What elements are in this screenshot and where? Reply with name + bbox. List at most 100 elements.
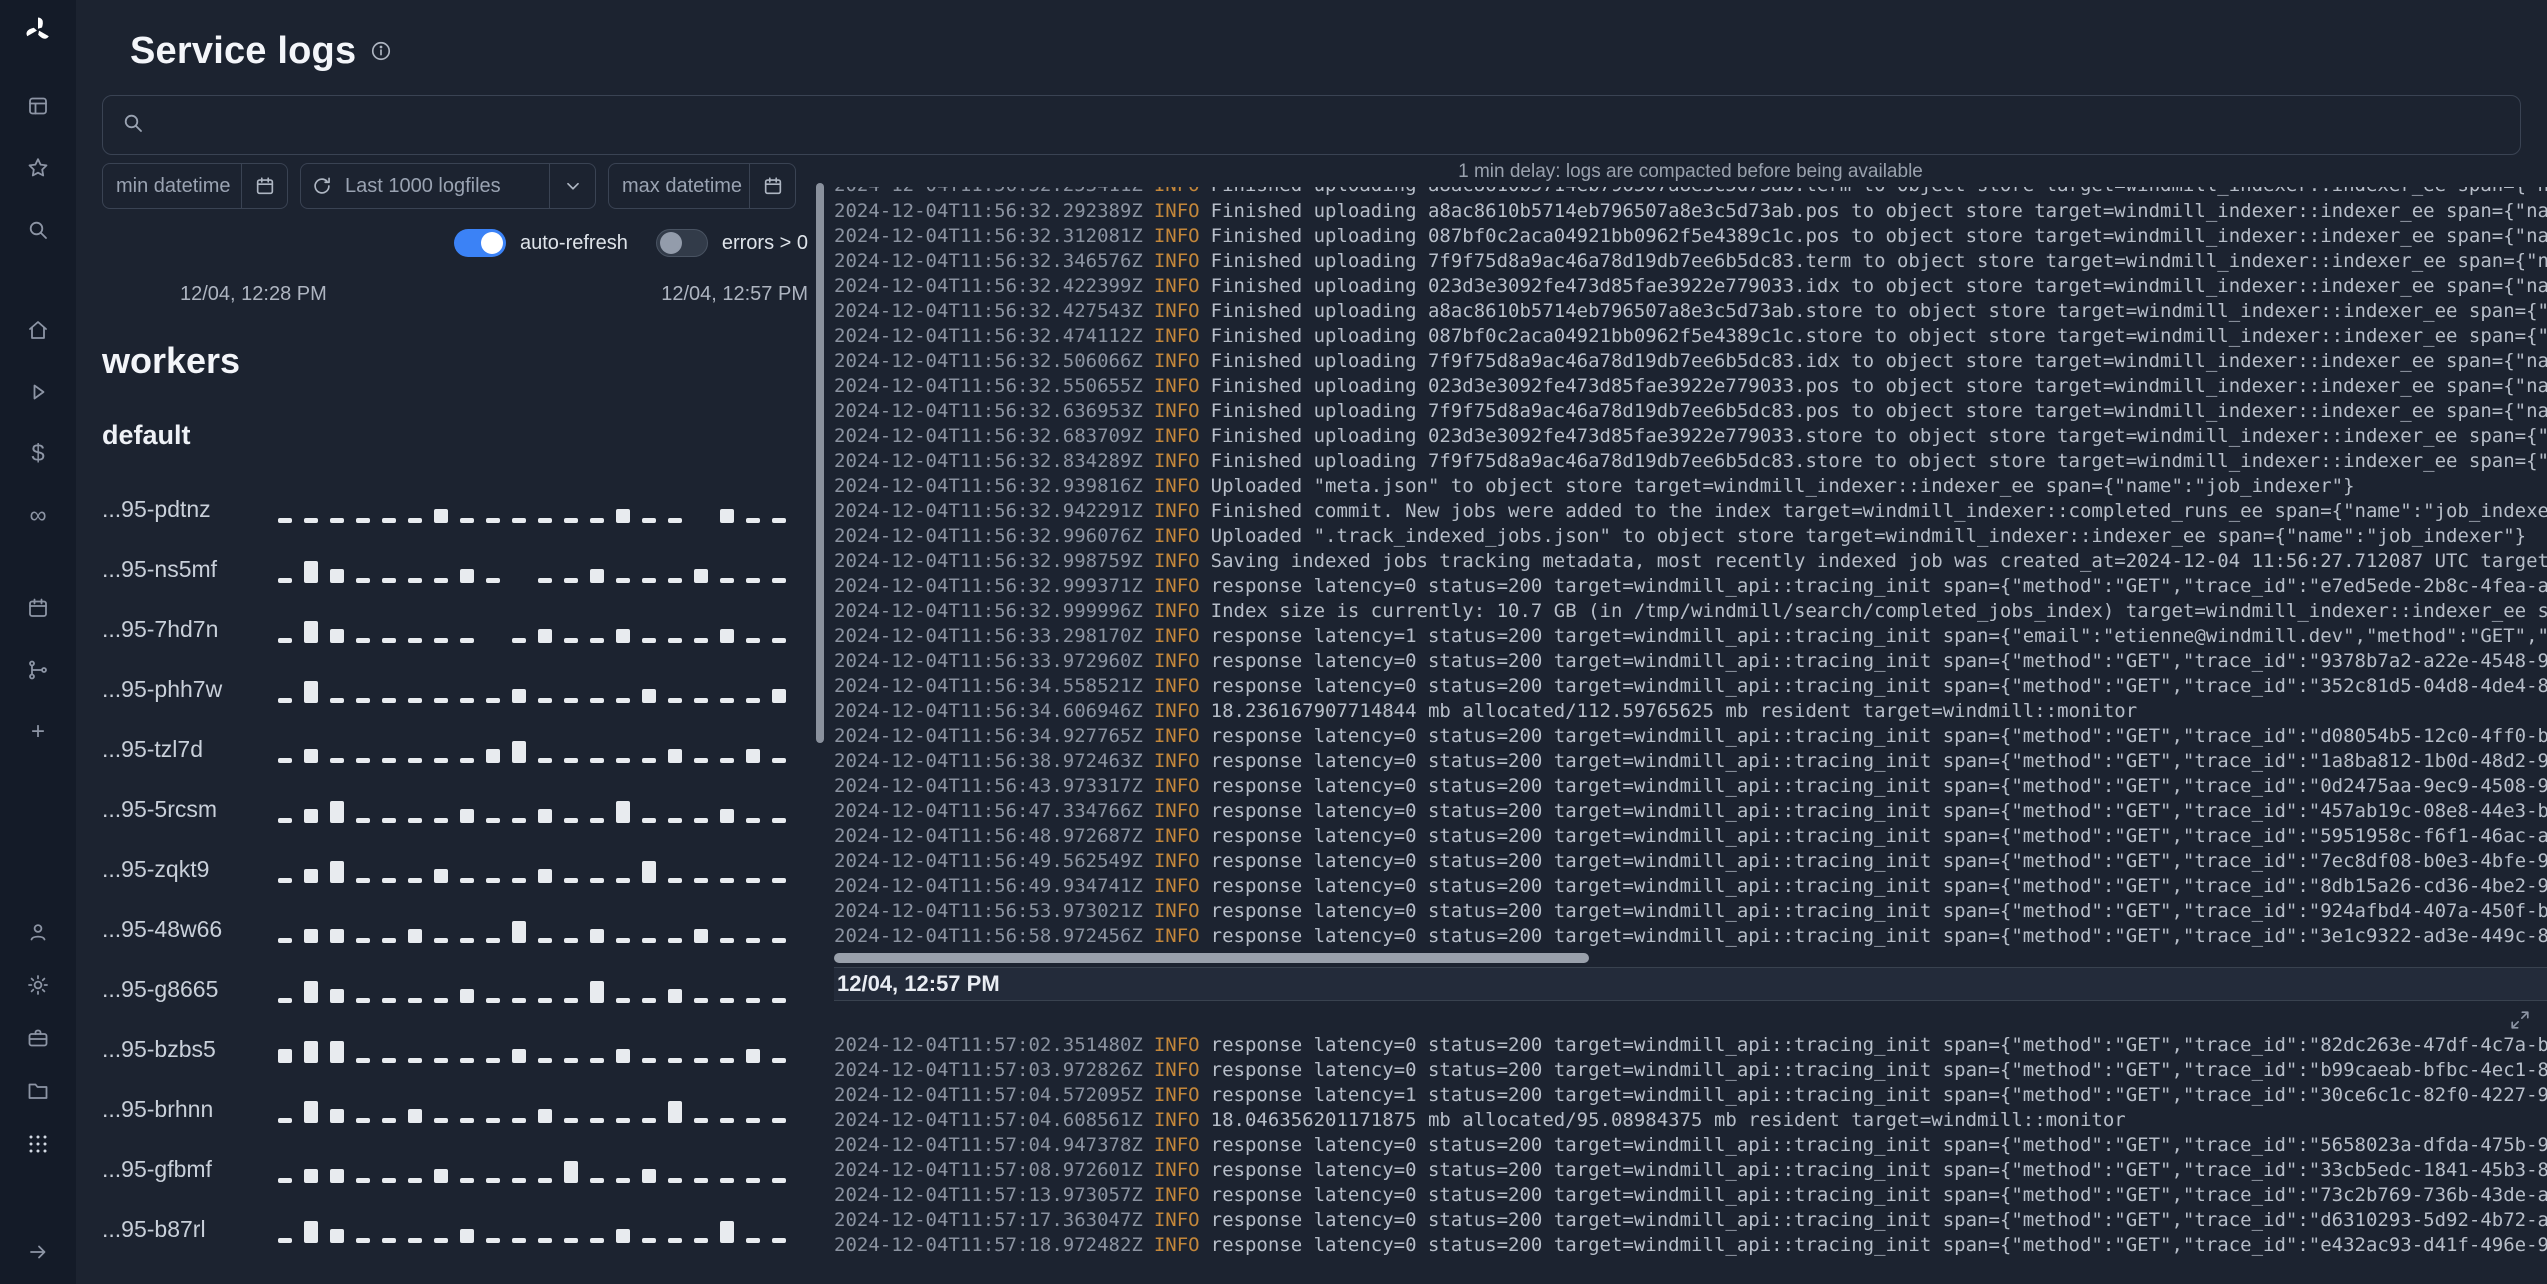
expand-icon[interactable] bbox=[2509, 1009, 2531, 1033]
sparkline-bar bbox=[278, 758, 292, 763]
sparkline-bar bbox=[538, 1238, 552, 1243]
max-datetime-input[interactable]: max datetime bbox=[608, 163, 796, 209]
sparkline-bar bbox=[746, 998, 760, 1003]
workers-briefcase-icon[interactable] bbox=[22, 1022, 54, 1054]
sparkline-bar bbox=[564, 758, 578, 763]
sparkline-bar bbox=[356, 938, 370, 943]
log-message: response latency=0 status=200 target=win… bbox=[1210, 1134, 2547, 1156]
favorites-star-icon[interactable] bbox=[22, 152, 54, 184]
min-datetime-input[interactable]: min datetime bbox=[102, 163, 288, 209]
worker-sparkline bbox=[278, 979, 808, 1005]
log-line: 2024-12-04T11:56:32.939816Z INFO Uploaded … bbox=[834, 474, 2547, 499]
log-line: 2024-12-04T11:56:33.298170Z INFO response … bbox=[834, 624, 2547, 649]
log-timestamp: 2024-12-04T11:57:04.572095Z bbox=[834, 1084, 1143, 1106]
user-icon[interactable] bbox=[22, 916, 54, 948]
sparkline-bar bbox=[616, 509, 630, 523]
home-icon[interactable] bbox=[22, 314, 54, 346]
sparkline-bar bbox=[564, 998, 578, 1003]
sparkline-bar bbox=[746, 938, 760, 943]
worker-row[interactable]: ...95-g8665 bbox=[102, 945, 808, 1005]
auto-refresh-toggle[interactable] bbox=[454, 229, 506, 257]
worker-sparkline bbox=[278, 1219, 808, 1245]
log-line: 2024-12-04T11:56:47.334766Z INFO response … bbox=[834, 799, 2547, 824]
folders-icon[interactable] bbox=[22, 1075, 54, 1107]
vertical-scrollbar[interactable] bbox=[816, 183, 824, 743]
sparkline-bar bbox=[382, 518, 396, 523]
sparkline-bar bbox=[538, 758, 552, 763]
refresh-icon[interactable] bbox=[301, 175, 343, 197]
service-logs-grid-icon[interactable] bbox=[22, 1128, 54, 1160]
log-level: INFO bbox=[1154, 187, 1200, 196]
worker-sparkline bbox=[278, 1039, 808, 1065]
sparkline-bar bbox=[694, 638, 708, 643]
chevron-down-icon[interactable] bbox=[549, 164, 595, 208]
sparkline-bar bbox=[486, 1178, 500, 1183]
log-level: INFO bbox=[1153, 1084, 1200, 1106]
sparkline-bar bbox=[772, 1178, 786, 1183]
sparkline-bar bbox=[772, 578, 786, 583]
worker-row[interactable]: ...95-brhnn bbox=[102, 1065, 808, 1125]
worker-row[interactable]: ...95-gfbmf bbox=[102, 1125, 808, 1185]
log-line: 2024-12-04T11:56:43.973317Z INFO response … bbox=[834, 774, 2547, 799]
worker-row[interactable]: ...95-5rcsm bbox=[102, 765, 808, 825]
log-message: Finished commit. New jobs were added to … bbox=[1210, 500, 2547, 522]
sparkline-bar bbox=[642, 689, 656, 703]
runs-play-icon[interactable] bbox=[22, 376, 54, 408]
sparkline-bar bbox=[304, 809, 318, 823]
log-timestamp: 2024-12-04T11:56:34.606946Z bbox=[834, 700, 1143, 722]
sparkline-bar bbox=[486, 998, 500, 1003]
worker-row[interactable]: ...95-bzbs5 bbox=[102, 1005, 808, 1065]
sparkline-bar bbox=[668, 938, 682, 943]
sparkline-bar bbox=[512, 689, 526, 703]
schedules-calendar-icon[interactable] bbox=[22, 592, 54, 624]
worker-row[interactable]: ...95-48w66 bbox=[102, 885, 808, 945]
calendar-icon[interactable] bbox=[749, 164, 795, 208]
workspace-icon[interactable] bbox=[22, 90, 54, 122]
worker-row[interactable]: ...95-phh7w bbox=[102, 645, 808, 705]
log-message: response latency=0 status=200 target=win… bbox=[1210, 850, 2547, 872]
variables-dollar-icon[interactable]: $ bbox=[22, 438, 54, 470]
worker-row[interactable]: ...95-7hd7n bbox=[102, 585, 808, 645]
log-line: 2024-12-04T11:57:04.947378Z INFO response … bbox=[834, 1133, 2547, 1158]
worker-name: ...95-bzbs5 bbox=[102, 1036, 216, 1062]
sparkline-bar bbox=[330, 801, 344, 823]
errors-filter-toggle[interactable] bbox=[655, 229, 708, 257]
info-icon[interactable] bbox=[370, 40, 392, 67]
horizontal-scrollbar[interactable] bbox=[834, 953, 1589, 963]
worker-row[interactable]: ...95-pdtnz bbox=[102, 465, 808, 525]
log-line: 2024-12-04T11:57:03.972826Z INFO response … bbox=[834, 1058, 2547, 1083]
time-range-row: 12/04, 12:28 PM 12/04, 12:57 PM bbox=[102, 283, 808, 306]
worker-row[interactable]: ...95-zqkt9 bbox=[102, 825, 808, 885]
log-message: response latency=0 status=200 target=win… bbox=[1210, 775, 2547, 797]
sparkline-bar bbox=[304, 929, 318, 943]
logfiles-select[interactable]: Last 1000 logfiles bbox=[300, 163, 596, 209]
log-lines-top: 2024-12-04T11:56:32.292389Z INFO Finished … bbox=[834, 199, 2547, 949]
sparkline-bar bbox=[720, 878, 734, 883]
worker-row[interactable]: ...95-ns5mf bbox=[102, 525, 808, 585]
sparkline-bar bbox=[616, 578, 630, 583]
windmill-logo-icon[interactable] bbox=[22, 14, 54, 46]
sparkline-bar bbox=[720, 1178, 734, 1183]
sparkline-bar bbox=[278, 1178, 292, 1183]
add-plus-icon[interactable]: + bbox=[22, 716, 54, 748]
worker-row[interactable]: ...95-b87rl bbox=[102, 1185, 808, 1245]
sparkline-bar bbox=[616, 758, 630, 763]
sparkline-bar bbox=[486, 749, 500, 763]
sparkline-bar bbox=[304, 1169, 318, 1183]
calendar-icon[interactable] bbox=[241, 164, 287, 208]
sparkline-bar bbox=[304, 749, 318, 763]
search-input[interactable] bbox=[159, 111, 2502, 139]
sparkline-bar bbox=[564, 518, 578, 523]
flows-branch-icon[interactable] bbox=[22, 654, 54, 686]
log-line: 2024-12-04T11:57:13.973057Z INFO response … bbox=[834, 1183, 2547, 1208]
sparkline-bar bbox=[278, 578, 292, 583]
resources-icon[interactable]: ∞ bbox=[22, 500, 54, 532]
worker-row[interactable]: ...95-tzl7d bbox=[102, 705, 808, 765]
collapse-arrow-icon[interactable] bbox=[22, 1236, 54, 1268]
log-message: Uploaded ".track_indexed_jobs.json" to o… bbox=[1210, 525, 2527, 547]
search-icon[interactable] bbox=[22, 214, 54, 246]
settings-gear-icon[interactable] bbox=[22, 969, 54, 1001]
sparkline-bar bbox=[512, 998, 526, 1003]
sparkline-bar bbox=[746, 1118, 760, 1123]
log-message: 18.046356201171875 mb allocated/95.08984… bbox=[1210, 1109, 2126, 1131]
